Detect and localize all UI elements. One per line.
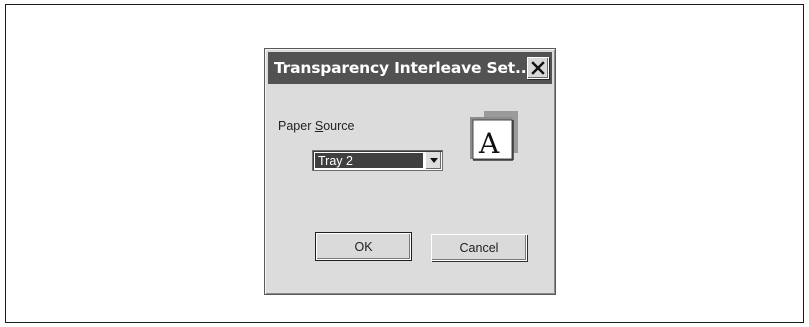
- paper-source-select[interactable]: Tray 2: [312, 150, 443, 171]
- paper-source-label-prefix: Paper: [278, 119, 315, 133]
- preview-glyph: A: [478, 127, 500, 160]
- close-icon: [531, 61, 545, 75]
- dialog-title: Transparency Interleave Set...: [274, 59, 527, 77]
- paper-source-dropdown-button[interactable]: [425, 152, 441, 169]
- paper-source-label-mnemonic: S: [314, 119, 324, 133]
- page-preview-icon: A: [470, 111, 520, 163]
- close-button[interactable]: [527, 57, 549, 79]
- ok-button[interactable]: OK: [315, 232, 412, 261]
- cancel-button[interactable]: Cancel: [431, 234, 527, 261]
- paper-source-label-suffix: ource: [323, 119, 355, 133]
- title-bar[interactable]: Transparency Interleave Set...: [268, 52, 552, 84]
- transparency-interleave-dialog: Transparency Interleave Set... Paper Sou…: [264, 48, 556, 295]
- paper-source-label: Paper Source: [278, 119, 354, 133]
- chevron-down-icon: [429, 158, 438, 163]
- paper-source-value: Tray 2: [315, 153, 423, 168]
